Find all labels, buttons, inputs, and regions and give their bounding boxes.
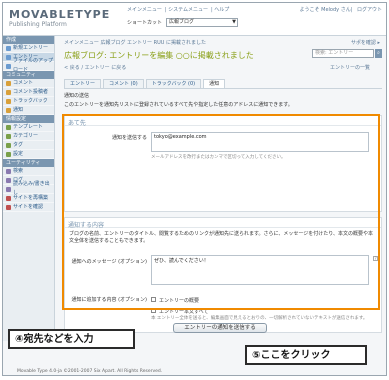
sidebar-item-label: テンプレート bbox=[13, 123, 43, 130]
trackback-icon bbox=[6, 98, 11, 104]
help-link[interactable]: ヘルプ bbox=[214, 7, 229, 13]
commenter-icon bbox=[6, 89, 11, 95]
highlight-box bbox=[62, 114, 380, 310]
blog-select-label: ショートカット bbox=[127, 20, 163, 26]
tab-notify[interactable]: 通知 bbox=[203, 79, 226, 88]
blog-shortcut: ショートカット 広報ブログ ▼ bbox=[127, 18, 239, 27]
notify-icon bbox=[6, 107, 11, 113]
step4-callout: ④宛先などを入力 bbox=[8, 329, 135, 349]
sidebar-item[interactable]: サイトを確認 bbox=[3, 203, 54, 212]
system-menu-link[interactable]: システムメニュー bbox=[168, 7, 208, 13]
logo[interactable]: MOVABLETYPE Publishing Platform bbox=[9, 8, 110, 28]
full-body-hint: 本 エントリー全体を送ると、編集画面で見えるとおりの、一切解析されていないテキス… bbox=[151, 316, 368, 321]
sidebar-item[interactable]: カテゴリー bbox=[3, 132, 54, 141]
tab-trackbacks[interactable]: トラックバック (0) bbox=[145, 79, 202, 88]
sidebar: 作成 新規エントリー エントリー ファイルのアップロード コミュニティ コメント コメント投… bbox=[3, 36, 55, 341]
user-nav: ようこそ Melody さん| ログアウト bbox=[299, 7, 382, 13]
tag-icon bbox=[6, 142, 11, 148]
tab-entry[interactable]: エントリー bbox=[64, 79, 102, 88]
logo-subtitle: Publishing Platform bbox=[9, 21, 67, 28]
section-description: このエントリーを通知先リストに登録されているすべて先や指定した任意のアドレスに通… bbox=[64, 102, 293, 108]
logo-text: MOVABLETYPE bbox=[9, 8, 111, 21]
sidebar-item-label: トラックバック bbox=[13, 97, 48, 104]
upload-icon bbox=[6, 63, 11, 69]
sidebar-item-label: コメント bbox=[13, 79, 34, 86]
search-input[interactable]: 検索: エントリー bbox=[312, 49, 374, 58]
sidebar-item-label: サイトを確認 bbox=[13, 203, 44, 210]
search-icon bbox=[6, 168, 11, 174]
sidebar-item-label: コメント投稿者 bbox=[13, 88, 49, 95]
sidebar-item-label: 設定 bbox=[13, 150, 24, 157]
sidebar-item-label: 通知 bbox=[13, 106, 24, 113]
entry-list-link[interactable]: エントリーの一覧 bbox=[330, 64, 370, 71]
search-icon[interactable]: ⌕ bbox=[375, 49, 382, 58]
settings-icon bbox=[6, 151, 11, 157]
sidebar-item[interactable]: タグ bbox=[3, 141, 54, 150]
tab-comments[interactable]: コメント (0) bbox=[103, 79, 144, 88]
rebuild-icon bbox=[6, 195, 11, 201]
import-export-icon bbox=[6, 186, 11, 192]
tab-divider bbox=[64, 88, 382, 89]
sidebar-item-label: サイトを再構築 bbox=[13, 194, 49, 201]
sidebar-item[interactable]: トラックバック bbox=[3, 97, 54, 106]
view-site-icon bbox=[6, 204, 11, 210]
footer: Movable Type 4.0-ja ©2001-2007 Six Apart… bbox=[17, 369, 163, 374]
sidebar-item[interactable]: 設定 bbox=[3, 150, 54, 159]
view-site-link[interactable]: サポを確認 ▸ bbox=[351, 39, 380, 46]
chevron-down-icon: ▼ bbox=[232, 19, 237, 25]
sidebar-item-label: カテゴリー bbox=[13, 132, 39, 139]
template-icon bbox=[6, 124, 11, 130]
document-icon bbox=[6, 54, 11, 60]
breadcrumb[interactable]: メインメニュー 広報ブログ エントリー RUU に掲載されました bbox=[64, 39, 206, 46]
pencil-icon bbox=[6, 45, 11, 51]
welcome-user-link[interactable]: ようこそ Melody さん bbox=[300, 7, 351, 13]
sidebar-item-label: 検索 bbox=[13, 167, 24, 174]
header: MOVABLETYPE Publishing Platform メインメニュー |… bbox=[3, 3, 386, 36]
section-label: 通知の送信 bbox=[64, 93, 90, 99]
blog-select[interactable]: 広報ブログ ▼ bbox=[166, 18, 239, 27]
page-title: 広報ブログ: エントリーを編集 ○○に掲載されました bbox=[64, 51, 254, 60]
top-nav: メインメニュー | システムメニュー | ヘルプ bbox=[127, 7, 230, 13]
step5-callout: ⑤ここをクリック bbox=[245, 345, 367, 365]
sidebar-item[interactable]: ファイルのアップロード bbox=[3, 58, 54, 73]
sidebar-item[interactable]: 通知 bbox=[3, 106, 54, 115]
logout-link[interactable]: ログアウト bbox=[357, 7, 382, 13]
comment-icon bbox=[6, 80, 11, 86]
main-menu-link[interactable]: メインメニュー bbox=[127, 7, 162, 13]
back-link[interactable]: < 戻る / エントリー に戻る bbox=[64, 64, 126, 71]
tab-bar: エントリー コメント (0) トラックバック (0) 通知 bbox=[64, 79, 227, 88]
blog-select-value: 広報ブログ bbox=[169, 19, 195, 25]
sidebar-item-label: タグ bbox=[13, 141, 24, 148]
sidebar-section-header: ユーティリティ bbox=[3, 159, 54, 167]
sidebar-item-label: 新規エントリー bbox=[13, 44, 49, 51]
send-notification-button[interactable]: エントリーの通知を送信する bbox=[173, 323, 267, 333]
sidebar-item[interactable]: 検索 bbox=[3, 167, 54, 176]
category-icon bbox=[6, 133, 11, 139]
log-icon bbox=[6, 177, 11, 183]
